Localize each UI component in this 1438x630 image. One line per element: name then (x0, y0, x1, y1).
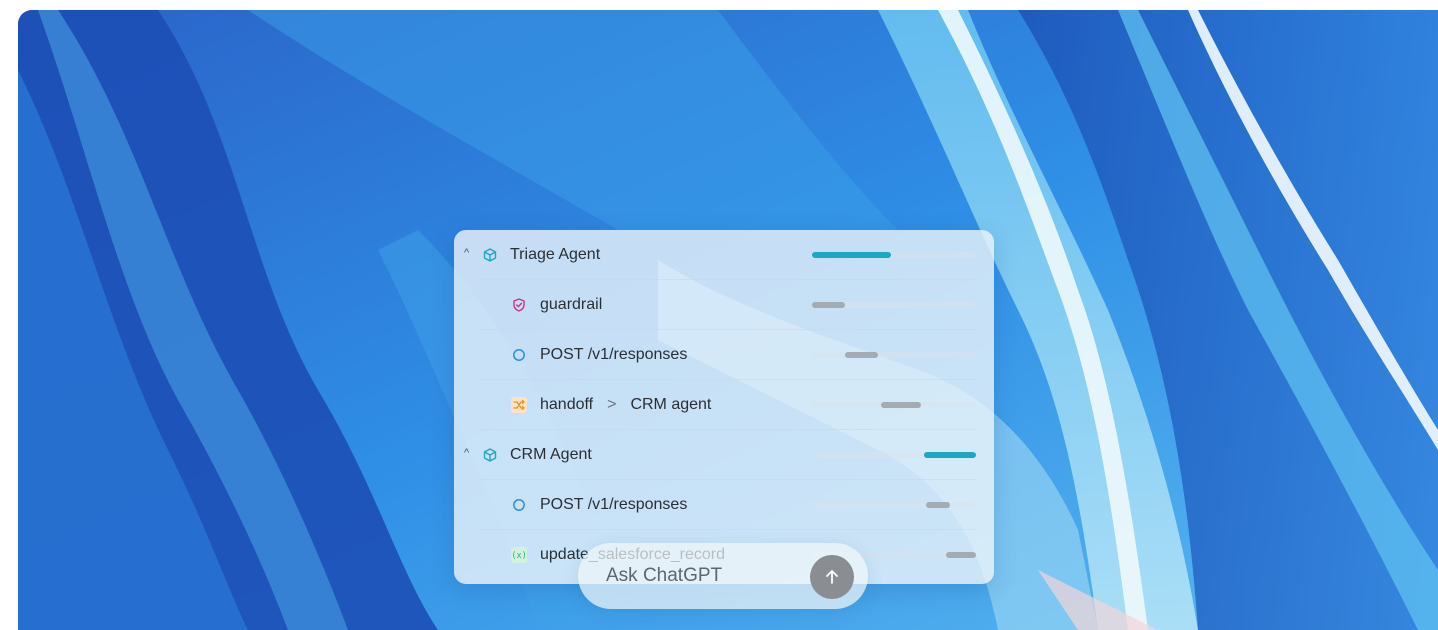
timeline-track (812, 452, 976, 458)
cube-icon (482, 247, 498, 263)
timeline-track (812, 402, 976, 408)
shuffle-icon (511, 397, 527, 413)
row-label: Triage Agent (510, 246, 601, 263)
timeline-bar (881, 402, 921, 408)
trace-row-crm-agent[interactable]: ^ CRM Agent (454, 430, 994, 480)
timeline-track (812, 302, 976, 308)
collapse-caret-icon[interactable]: ^ (464, 247, 469, 259)
collapse-caret-icon[interactable]: ^ (464, 447, 469, 459)
handoff-label: handoff (540, 396, 594, 413)
svg-text:(x): (x) (513, 551, 525, 561)
trace-panel: ^ Triage Agent guardrail POST /v1/respon… (454, 230, 994, 584)
circle-icon (511, 497, 527, 513)
timeline-bar (946, 552, 976, 558)
row-label: POST /v1/responses (540, 346, 688, 363)
composer-placeholder[interactable]: Ask ChatGPT (606, 565, 722, 587)
trace-row-guardrail[interactable]: guardrail (454, 280, 994, 330)
row-label: handoff > CRM agent (540, 396, 711, 414)
chevron-right-icon: > (607, 396, 617, 413)
trace-row-triage-agent[interactable]: ^ Triage Agent (454, 230, 994, 280)
shield-check-icon (511, 297, 527, 313)
timeline-track (812, 502, 976, 508)
timeline-bar (812, 252, 891, 258)
timeline-bar (924, 452, 976, 458)
cube-icon (482, 447, 498, 463)
arrow-up-icon (826, 570, 838, 584)
handoff-target: CRM agent (630, 396, 712, 413)
trace-row-post-responses[interactable]: POST /v1/responses (454, 330, 994, 380)
row-label: guardrail (540, 296, 603, 313)
function-icon: (x) (511, 547, 527, 563)
row-label: CRM Agent (510, 446, 592, 463)
timeline-track (812, 352, 976, 358)
timeline-bar (926, 502, 950, 508)
trace-row-post-responses-2[interactable]: POST /v1/responses (454, 480, 994, 530)
timeline-track (812, 252, 976, 258)
send-button[interactable] (810, 555, 854, 599)
trace-row-handoff[interactable]: handoff > CRM agent (454, 380, 994, 430)
timeline-bar (845, 352, 878, 358)
chat-composer[interactable]: Ask ChatGPT (578, 543, 868, 609)
circle-icon (511, 347, 527, 363)
row-label: POST /v1/responses (540, 496, 688, 513)
timeline-bar (812, 302, 845, 308)
